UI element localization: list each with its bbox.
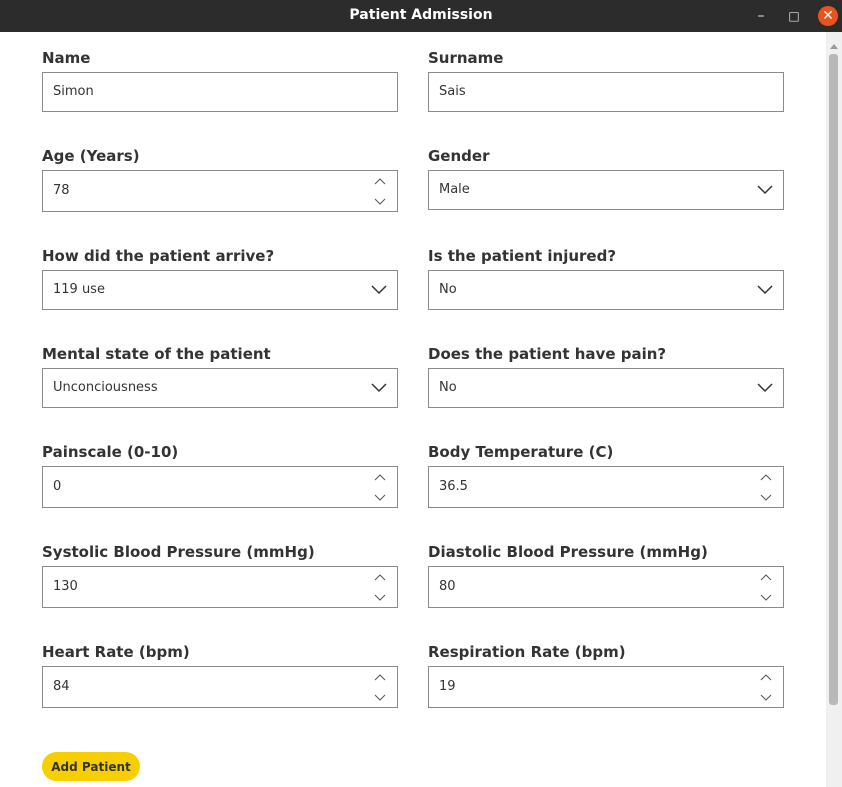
- arrival-select[interactable]: 119 use: [42, 270, 398, 310]
- form-area: Name Simon Surname Sais Age (Years) 78 G…: [0, 32, 826, 787]
- surname-value: Sais: [439, 84, 466, 99]
- heart-rate-stepper[interactable]: 84: [42, 666, 398, 708]
- age-label: Age (Years): [42, 147, 140, 165]
- pain-select[interactable]: No: [428, 368, 784, 408]
- injured-label: Is the patient injured?: [428, 247, 617, 265]
- spin-up-icon[interactable]: [373, 573, 387, 583]
- arrival-value: 119 use: [53, 282, 105, 297]
- gender-value: Male: [439, 182, 470, 197]
- injured-select[interactable]: No: [428, 270, 784, 310]
- gender-select[interactable]: Male: [428, 170, 784, 210]
- minimize-icon[interactable]: –: [750, 5, 772, 27]
- chevron-down-icon: [371, 383, 387, 393]
- painscale-label: Painscale (0-10): [42, 443, 179, 461]
- respiration-stepper[interactable]: 19: [428, 666, 784, 708]
- spin-up-icon[interactable]: [759, 573, 773, 583]
- spin-up-icon[interactable]: [373, 673, 387, 683]
- diastolic-label: Diastolic Blood Pressure (mmHg): [428, 543, 708, 561]
- chevron-down-icon: [371, 285, 387, 295]
- age-stepper[interactable]: 78: [42, 170, 398, 212]
- surname-input[interactable]: Sais: [428, 72, 784, 112]
- gender-label: Gender: [428, 147, 490, 165]
- systolic-stepper[interactable]: 130: [42, 566, 398, 608]
- spin-down-icon[interactable]: [759, 692, 773, 702]
- spin-up-icon[interactable]: [759, 473, 773, 483]
- title-bar: Patient Admission – □ ✕: [0, 0, 842, 32]
- maximize-icon[interactable]: □: [783, 5, 805, 27]
- spin-up-icon[interactable]: [373, 473, 387, 483]
- diastolic-value: 80: [439, 579, 456, 594]
- close-icon[interactable]: ✕: [818, 6, 838, 26]
- heart-rate-label: Heart Rate (bpm): [42, 643, 190, 661]
- scrollbar-thumb[interactable]: [829, 54, 838, 705]
- arrival-label: How did the patient arrive?: [42, 247, 275, 265]
- scroll-up-icon[interactable]: [829, 42, 839, 50]
- pain-label: Does the patient have pain?: [428, 345, 667, 363]
- pain-value: No: [439, 380, 457, 395]
- painscale-stepper[interactable]: 0: [42, 466, 398, 508]
- painscale-value: 0: [53, 479, 62, 494]
- spin-down-icon[interactable]: [759, 592, 773, 602]
- spin-down-icon[interactable]: [373, 492, 387, 502]
- window-title: Patient Admission: [349, 7, 493, 23]
- add-patient-button[interactable]: Add Patient: [42, 752, 140, 781]
- injured-value: No: [439, 282, 457, 297]
- mental-value: Unconciousness: [53, 380, 158, 395]
- vertical-scrollbar[interactable]: [826, 32, 842, 787]
- mental-label: Mental state of the patient: [42, 345, 271, 363]
- spin-down-icon[interactable]: [373, 592, 387, 602]
- age-value: 78: [53, 183, 70, 198]
- name-input[interactable]: Simon: [42, 72, 398, 112]
- name-value: Simon: [53, 84, 94, 99]
- spin-down-icon[interactable]: [373, 196, 387, 206]
- chevron-down-icon: [757, 185, 773, 195]
- diastolic-stepper[interactable]: 80: [428, 566, 784, 608]
- spin-up-icon[interactable]: [759, 673, 773, 683]
- heart-rate-value: 84: [53, 679, 70, 694]
- systolic-value: 130: [53, 579, 78, 594]
- respiration-value: 19: [439, 679, 456, 694]
- spin-down-icon[interactable]: [373, 692, 387, 702]
- temperature-value: 36.5: [439, 479, 468, 494]
- temperature-label: Body Temperature (C): [428, 443, 614, 461]
- mental-select[interactable]: Unconciousness: [42, 368, 398, 408]
- chevron-down-icon: [757, 383, 773, 393]
- temperature-stepper[interactable]: 36.5: [428, 466, 784, 508]
- surname-label: Surname: [428, 49, 504, 67]
- systolic-label: Systolic Blood Pressure (mmHg): [42, 543, 315, 561]
- name-label: Name: [42, 49, 91, 67]
- spin-up-icon[interactable]: [373, 177, 387, 187]
- spin-down-icon[interactable]: [759, 492, 773, 502]
- respiration-label: Respiration Rate (bpm): [428, 643, 626, 661]
- chevron-down-icon: [757, 285, 773, 295]
